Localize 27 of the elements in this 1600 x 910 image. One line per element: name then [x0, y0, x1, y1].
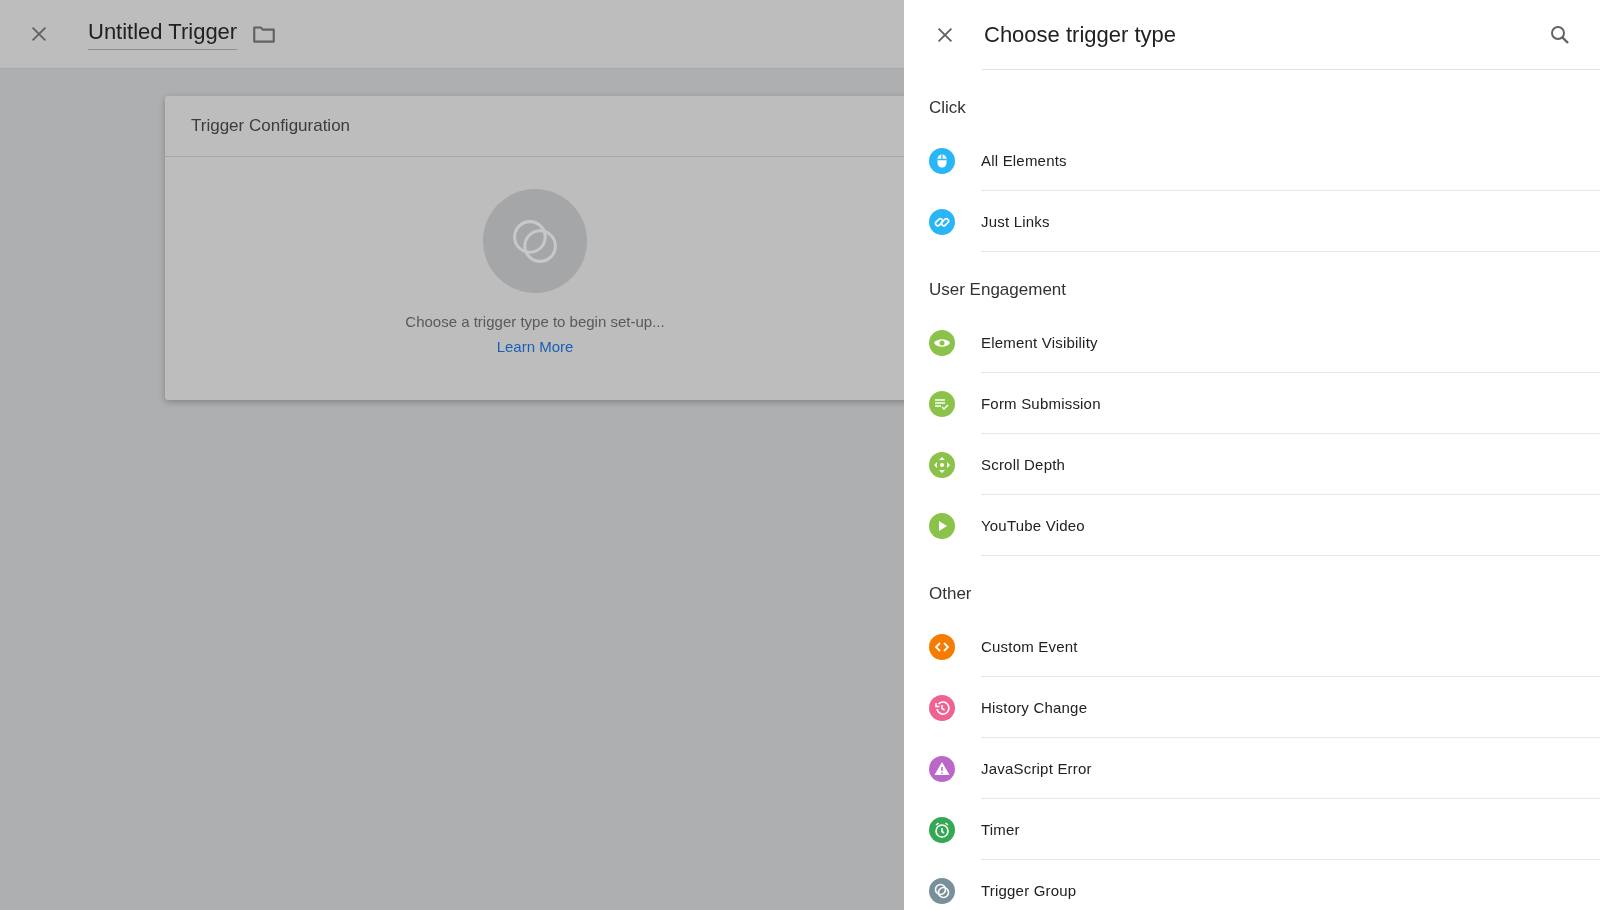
trigger-type-item[interactable]: YouTube Video [904, 495, 1600, 556]
trigger-type-item[interactable]: Form Submission [904, 373, 1600, 434]
item-label: Element Visibility [981, 334, 1098, 351]
trigger-type-item[interactable]: Just Links [904, 191, 1600, 252]
item-label: All Elements [981, 152, 1067, 169]
trigger-type-item[interactable]: Timer [904, 799, 1600, 860]
item-label: Trigger Group [981, 882, 1077, 899]
section-heading: Click [928, 97, 967, 119]
trigger-type-item[interactable]: Custom Event [904, 616, 1600, 677]
item-label: History Change [981, 699, 1088, 716]
item-label: Form Submission [981, 395, 1101, 412]
section-heading: User Engagement [928, 279, 1068, 301]
trigger-type-item[interactable]: Scroll Depth [904, 434, 1600, 495]
trigger-type-item[interactable]: All Elements [904, 130, 1600, 191]
item-label: YouTube Video [981, 517, 1085, 534]
trigger-name-field[interactable]: Untitled Trigger [88, 18, 238, 50]
trigger-type-item[interactable]: JavaScript Error [904, 738, 1600, 799]
item-label: Timer [981, 821, 1020, 838]
section-heading: Other [928, 583, 973, 605]
empty-message: Choose a trigger type to begin set-up... [405, 313, 665, 330]
trigger-type-item[interactable]: Element Visibility [904, 312, 1600, 373]
trigger-type-item[interactable]: History Change [904, 677, 1600, 738]
panel-title: Choose trigger type [984, 22, 1177, 48]
item-label: Scroll Depth [981, 456, 1066, 473]
item-label: JavaScript Error [981, 760, 1092, 777]
item-label: Just Links [981, 213, 1050, 230]
item-label: Custom Event [981, 638, 1078, 655]
